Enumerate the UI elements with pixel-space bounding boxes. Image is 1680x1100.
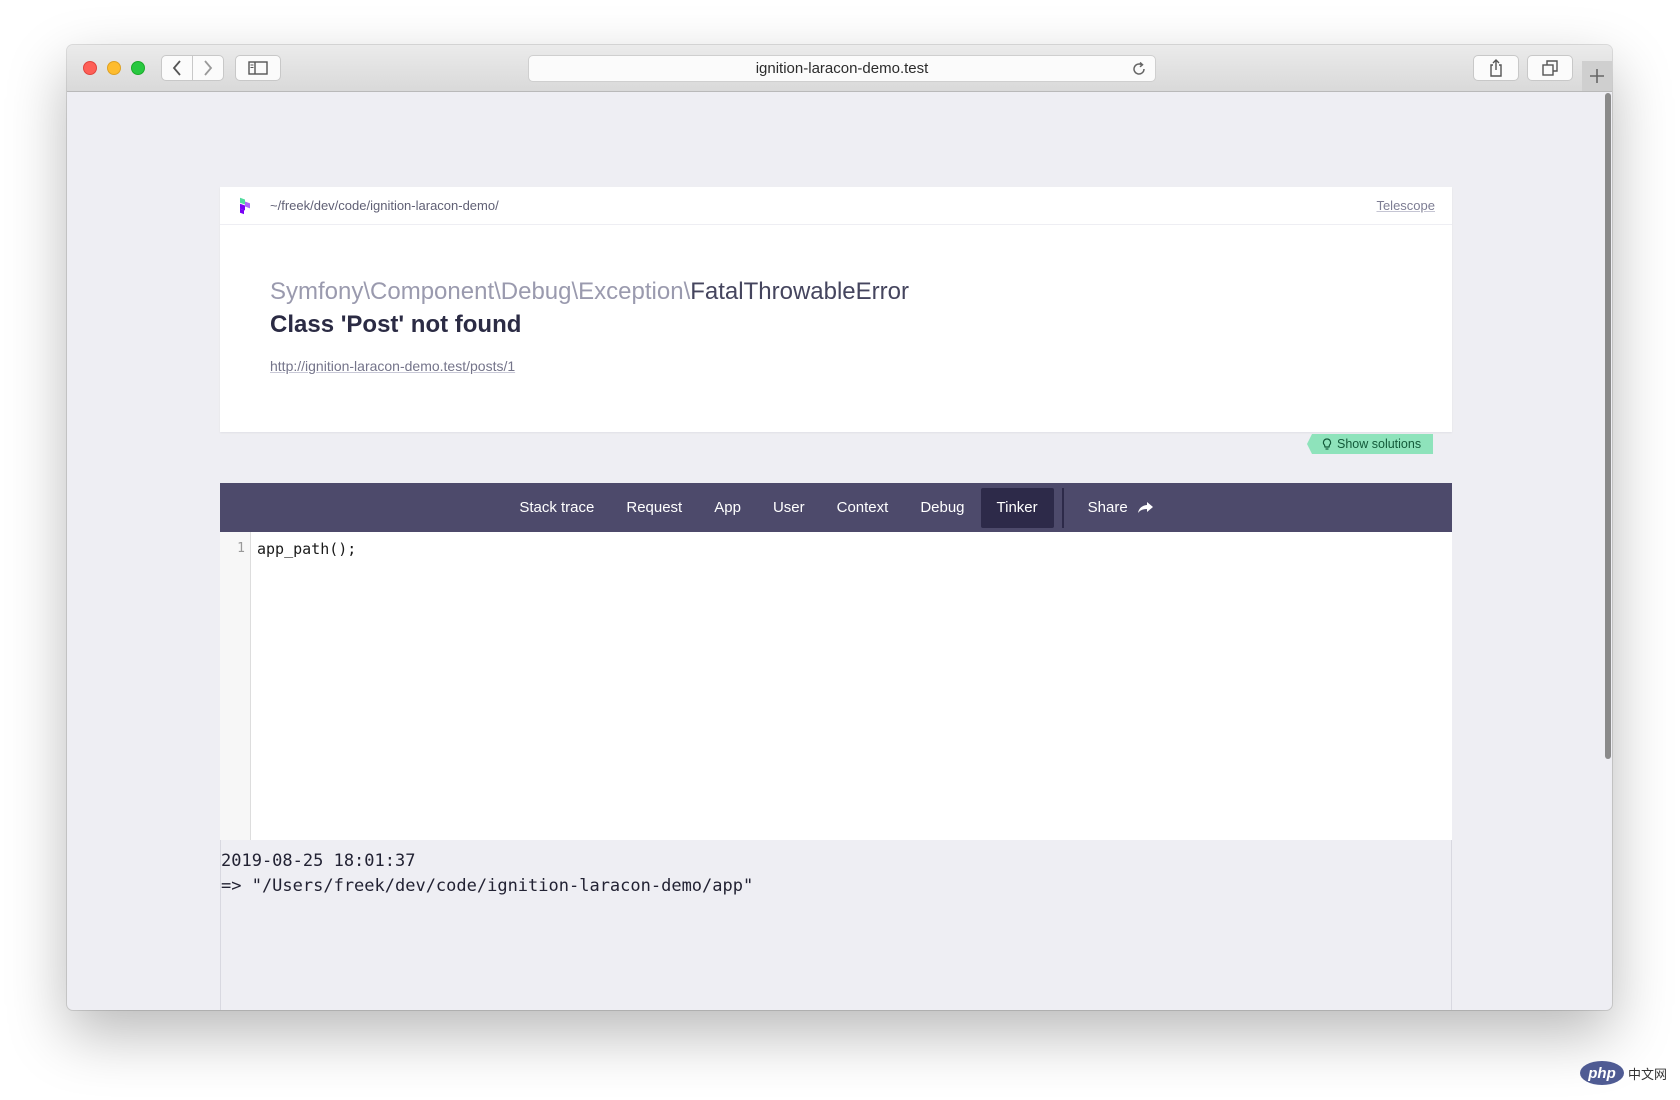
chevron-right-icon [204,60,213,76]
tab-divider [1061,487,1064,528]
browser-window: ignition-laracon-demo.test ~/freek/dev/c… [67,45,1612,1010]
exception-class-name: FatalThrowableError [690,278,909,305]
tab-bar: Stack trace Request App User Context Deb… [220,483,1452,532]
page-content: ~/freek/dev/code/ignition-laracon-demo/ … [67,92,1612,1010]
tinker-output: 2019-08-25 18:01:37 => "/Users/freek/dev… [220,840,1452,1010]
exception-message: Class 'Post' not found [270,311,522,338]
sidebar-toggle-button[interactable] [235,55,281,81]
php-logo: php [1580,1061,1624,1085]
watermark: php 中文网 [1580,1046,1680,1100]
code-line[interactable]: app_path(); [257,540,356,558]
url-text: ignition-laracon-demo.test [755,60,929,77]
share-tab-label: Share [1087,499,1128,516]
flare-logo-icon [240,197,250,215]
telescope-link[interactable]: Telescope [1376,198,1435,213]
share-icon [1490,59,1502,77]
watermark-text: 中文网 [1628,1066,1668,1082]
new-tab-button[interactable] [1582,61,1612,91]
vertical-scrollbar[interactable] [1605,93,1611,759]
exception-namespace: Symfony\Component\Debug\Exception\ [270,278,691,305]
address-bar[interactable]: ignition-laracon-demo.test [528,55,1156,82]
tab-context[interactable]: Context [821,488,905,528]
close-window-button[interactable] [83,61,97,75]
forward-button[interactable] [192,56,223,80]
back-button[interactable] [162,56,192,80]
tab-debug[interactable]: Debug [904,488,980,528]
tab-stack-trace[interactable]: Stack trace [503,488,610,528]
tab-tinker[interactable]: Tinker [980,487,1054,528]
show-solutions-button[interactable]: Show solutions [1306,434,1434,454]
title-bar: ignition-laracon-demo.test [67,45,1612,92]
history-nav [161,55,224,81]
tinker-code-editor[interactable]: 1 app_path(); [220,532,1452,840]
sidebar-icon [248,61,268,75]
app-path: ~/freek/dev/code/ignition-laracon-demo/ [270,198,499,213]
chevron-left-icon [172,60,181,76]
tab-user[interactable]: User [757,488,821,528]
browser-share-button[interactable] [1473,55,1519,81]
line-number: 1 [237,541,245,556]
tabs-overview-icon [1542,60,1558,76]
plus-icon [1590,69,1604,83]
tab-app[interactable]: App [698,488,757,528]
minimize-window-button[interactable] [107,61,121,75]
error-card: ~/freek/dev/code/ignition-laracon-demo/ … [220,187,1452,432]
tab-request[interactable]: Request [610,488,698,528]
exception-class: Symfony\Component\Debug\Exception\FatalT… [270,278,909,306]
reload-icon[interactable] [1131,61,1147,77]
line-number-gutter: 1 [220,532,251,840]
share-arrow-icon [1137,501,1153,513]
show-solutions-label: Show solutions [1337,437,1422,451]
show-tabs-button[interactable] [1527,55,1573,81]
output-timestamp: 2019-08-25 18:01:37 [221,851,416,871]
tab-share[interactable]: Share [1072,488,1169,528]
zoom-window-button[interactable] [131,61,145,75]
lightbulb-icon [1322,437,1332,450]
error-card-header: ~/freek/dev/code/ignition-laracon-demo/ … [220,187,1452,225]
output-result: => "/Users/freek/dev/code/ignition-larac… [221,876,754,896]
request-url-link[interactable]: http://ignition-laracon-demo.test/posts/… [270,358,515,374]
